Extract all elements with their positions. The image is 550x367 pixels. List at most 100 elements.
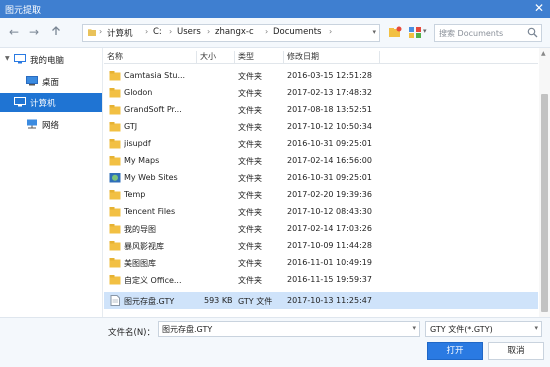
file-list: 名称 大小 类型 修改日期 Camtasia Stu... 文件夹 2016-0… xyxy=(104,48,538,317)
file-modified: 2017-08-18 13:52:51 xyxy=(287,105,372,114)
view-options-icon[interactable] xyxy=(408,26,422,39)
file-row-selected[interactable]: 图元存盘.GTY 593 KB GTY 文件 2017-10-13 11:25:… xyxy=(104,292,538,309)
search-box[interactable] xyxy=(434,24,542,42)
search-input[interactable] xyxy=(439,26,523,40)
file-size: 593 KB xyxy=(204,296,233,305)
chevron-down-icon[interactable]: ▾ xyxy=(412,324,416,332)
breadcrumb-separator-icon: › xyxy=(207,27,211,36)
file-name: 图元存盘.GTY xyxy=(124,297,175,306)
file-name: 自定义 Office... xyxy=(124,276,182,285)
file-type: 文件夹 xyxy=(238,191,262,200)
breadcrumb-separator-icon: › xyxy=(145,27,149,36)
breadcrumb-item-computer[interactable]: 计算机 xyxy=(107,27,133,39)
file-modified: 2017-10-13 11:25:47 xyxy=(287,296,372,305)
file-row[interactable]: jisupdf 文件夹 2016-10-31 09:25:01 xyxy=(104,135,538,152)
file-type: 文件夹 xyxy=(238,140,262,149)
up-arrow-icon[interactable] xyxy=(48,25,64,41)
chevron-down-icon[interactable]: ▾ xyxy=(372,28,376,36)
filename-input[interactable] xyxy=(162,323,407,335)
chevron-down-icon[interactable]: ▾ xyxy=(423,27,427,35)
sidebar-item-desktop[interactable]: 桌面 xyxy=(0,72,102,91)
open-button[interactable]: 打开 xyxy=(427,342,483,360)
file-row[interactable]: Camtasia Stu... 文件夹 2016-03-15 12:51:28 xyxy=(104,67,538,84)
file-name: Camtasia Stu... xyxy=(124,71,186,80)
breadcrumb-item-users[interactable]: Users xyxy=(177,27,201,37)
file-name: GTJ xyxy=(124,122,138,131)
file-type: 文件夹 xyxy=(238,106,262,115)
file-name: Temp xyxy=(124,190,146,199)
forward-arrow-icon[interactable]: → xyxy=(26,24,42,40)
file-row[interactable]: Tencent Files 文件夹 2017-10-12 08:43:30 xyxy=(104,203,538,220)
file-name: Glodon xyxy=(124,88,153,97)
sidebar-item-computer[interactable]: 计算机 xyxy=(0,93,102,112)
chevron-down-icon: ▾ xyxy=(534,324,538,332)
scroll-up-arrow-icon[interactable]: ▲ xyxy=(541,50,546,57)
file-name: Tencent Files xyxy=(124,207,176,216)
file-dialog-footer: 文件名(N)： ▾ GTY 文件(*.GTY) ▾ 打开 取消 xyxy=(0,317,550,367)
file-type: 文件夹 xyxy=(238,276,262,285)
file-type: 文件夹 xyxy=(238,157,262,166)
file-row[interactable]: 暴风影视库 文件夹 2017-10-09 11:44:28 xyxy=(104,237,538,254)
breadcrumb-separator-icon: › xyxy=(169,27,173,36)
vertical-scrollbar[interactable]: ▲ xyxy=(539,48,550,317)
new-folder-icon[interactable] xyxy=(388,26,402,39)
desktop-icon xyxy=(26,76,38,86)
drive-folder-icon xyxy=(88,29,96,36)
column-header-name[interactable]: 名称 xyxy=(104,51,197,63)
file-type: 文件夹 xyxy=(238,123,262,132)
file-row[interactable]: 自定义 Office... 文件夹 2016-11-15 19:59:37 xyxy=(104,271,538,288)
cancel-button[interactable]: 取消 xyxy=(488,342,544,360)
file-type: GTY 文件 xyxy=(238,297,273,306)
sidebar-item-label: 桌面 xyxy=(42,78,60,88)
folder-icon xyxy=(109,241,121,251)
column-header-modified[interactable]: 修改日期 xyxy=(284,51,380,63)
file-type: 文件夹 xyxy=(238,208,262,217)
file-modified: 2016-11-01 10:49:19 xyxy=(287,258,372,267)
file-row[interactable]: 美图图库 文件夹 2016-11-01 10:49:19 xyxy=(104,254,538,271)
file-row[interactable]: My Maps 文件夹 2017-02-14 16:56:00 xyxy=(104,152,538,169)
network-icon xyxy=(27,119,37,129)
folder-icon xyxy=(109,71,121,81)
sidebar-item-network[interactable]: 网络 xyxy=(0,115,102,134)
web-sites-folder-icon xyxy=(109,173,121,183)
breadcrumb-separator-icon: › xyxy=(99,27,103,36)
sidebar-item-my-computer[interactable]: ▼ 我的电脑 xyxy=(0,50,102,69)
file-type: 文件夹 xyxy=(238,225,262,234)
column-header-type[interactable]: 类型 xyxy=(235,51,284,63)
file-name: 我的导图 xyxy=(124,225,156,234)
file-modified: 2017-02-13 17:48:32 xyxy=(287,88,372,97)
file-name: 暴风影视库 xyxy=(124,242,164,251)
file-type: 文件夹 xyxy=(238,174,262,183)
file-row[interactable]: Glodon 文件夹 2017-02-13 17:48:32 xyxy=(104,84,538,101)
file-modified: 2017-10-12 10:50:34 xyxy=(287,122,372,131)
window-title: 图元提取 xyxy=(5,6,42,16)
folder-icon xyxy=(109,122,121,132)
file-modified: 2017-02-14 16:56:00 xyxy=(287,156,372,165)
column-header-size[interactable]: 大小 xyxy=(197,51,235,63)
file-row[interactable]: GTJ 文件夹 2017-10-12 10:50:34 xyxy=(104,118,538,135)
breadcrumb-item-c-drive[interactable]: C: xyxy=(153,27,162,37)
close-icon[interactable]: ✕ xyxy=(534,1,544,15)
file-row[interactable]: GrandSoft Pr... 文件夹 2017-08-18 13:52:51 xyxy=(104,101,538,118)
chevron-down-icon[interactable]: ▼ xyxy=(5,55,10,62)
address-bar[interactable]: › 计算机 › C: › Users › zhangx-c › Document… xyxy=(82,24,380,42)
folder-icon xyxy=(109,156,121,166)
file-modified: 2016-03-15 12:51:28 xyxy=(287,71,372,80)
file-row[interactable]: 我的导图 文件夹 2017-02-14 17:03:26 xyxy=(104,220,538,237)
file-row[interactable]: Temp 文件夹 2017-02-20 19:39:36 xyxy=(104,186,538,203)
filename-label: 文件名(N)： xyxy=(108,328,155,338)
folder-icon xyxy=(109,207,121,217)
column-header-row: 名称 大小 类型 修改日期 xyxy=(104,48,538,64)
file-row[interactable]: My Web Sites 文件夹 2016-10-31 09:25:01 xyxy=(104,169,538,186)
search-icon[interactable] xyxy=(527,27,538,38)
breadcrumb-item-documents[interactable]: Documents xyxy=(273,27,321,37)
folder-icon xyxy=(109,105,121,115)
computer-icon xyxy=(14,97,26,107)
back-arrow-icon[interactable]: ← xyxy=(6,24,22,40)
filename-combobox[interactable]: ▾ xyxy=(158,321,420,337)
scrollbar-thumb[interactable] xyxy=(541,94,548,312)
sidebar-item-label: 我的电脑 xyxy=(30,56,65,66)
breadcrumb-item-zhangx-c[interactable]: zhangx-c xyxy=(215,27,254,37)
file-type-select[interactable]: GTY 文件(*.GTY) ▾ xyxy=(425,321,542,337)
file-name: My Maps xyxy=(124,156,160,165)
